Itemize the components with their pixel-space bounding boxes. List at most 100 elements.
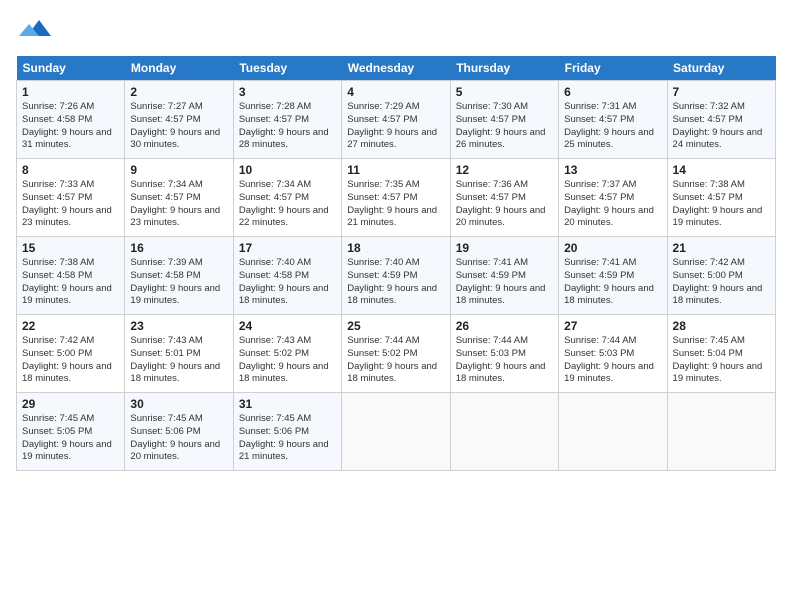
day-number: 16: [130, 241, 227, 255]
day-number: 13: [564, 163, 661, 177]
calendar-cell: 13 Sunrise: 7:37 AMSunset: 4:57 PMDayligh…: [559, 159, 667, 237]
weekday-tuesday: Tuesday: [233, 56, 341, 81]
calendar-week-4: 22 Sunrise: 7:42 AMSunset: 5:00 PMDayligh…: [17, 315, 776, 393]
day-number: 29: [22, 397, 119, 411]
day-info: Sunrise: 7:31 AMSunset: 4:57 PMDaylight:…: [564, 101, 661, 152]
day-info: Sunrise: 7:27 AMSunset: 4:57 PMDaylight:…: [130, 101, 227, 152]
calendar-cell: 26Sunrise: 7:44 AMSunset: 5:03 PMDayligh…: [450, 315, 558, 393]
day-number: 31: [239, 397, 336, 411]
logo-text: [16, 16, 51, 44]
calendar-cell: 20Sunrise: 7:41 AMSunset: 4:59 PMDayligh…: [559, 237, 667, 315]
day-number: 21: [673, 241, 770, 255]
calendar-cell: 19Sunrise: 7:41 AMSunset: 4:59 PMDayligh…: [450, 237, 558, 315]
day-info: Sunrise: 7:40 AMSunset: 4:58 PMDaylight:…: [239, 257, 336, 308]
calendar-cell: 1 Sunrise: 7:26 AMSunset: 4:58 PMDaylight…: [17, 81, 125, 159]
calendar-cell: 12 Sunrise: 7:36 AMSunset: 4:57 PMDayligh…: [450, 159, 558, 237]
day-number: 7: [673, 85, 770, 99]
day-info: Sunrise: 7:40 AMSunset: 4:59 PMDaylight:…: [347, 257, 444, 308]
day-info: Sunrise: 7:34 AMSunset: 4:57 PMDaylight:…: [239, 179, 336, 230]
day-number: 19: [456, 241, 553, 255]
calendar-cell: 21 Sunrise: 7:42 AMSunset: 5:00 PMDayligh…: [667, 237, 775, 315]
calendar-cell: 23Sunrise: 7:43 AMSunset: 5:01 PMDayligh…: [125, 315, 233, 393]
logo: [16, 16, 51, 44]
day-info: Sunrise: 7:29 AMSunset: 4:57 PMDaylight:…: [347, 101, 444, 152]
calendar-cell: 6Sunrise: 7:31 AMSunset: 4:57 PMDaylight…: [559, 81, 667, 159]
calendar-cell: 29 Sunrise: 7:45 AMSunset: 5:05 PMDayligh…: [17, 393, 125, 471]
calendar-week-1: 1 Sunrise: 7:26 AMSunset: 4:58 PMDaylight…: [17, 81, 776, 159]
day-info: Sunrise: 7:38 AMSunset: 4:57 PMDaylight:…: [673, 179, 770, 230]
day-number: 10: [239, 163, 336, 177]
day-number: 2: [130, 85, 227, 99]
logo-icon: [19, 12, 51, 44]
weekday-monday: Monday: [125, 56, 233, 81]
day-number: 18: [347, 241, 444, 255]
calendar-cell: 28 Sunrise: 7:45 AMSunset: 5:04 PMDayligh…: [667, 315, 775, 393]
day-info: Sunrise: 7:35 AMSunset: 4:57 PMDaylight:…: [347, 179, 444, 230]
calendar-week-5: 29 Sunrise: 7:45 AMSunset: 5:05 PMDayligh…: [17, 393, 776, 471]
day-number: 22: [22, 319, 119, 333]
calendar-table: SundayMondayTuesdayWednesdayThursdayFrid…: [16, 56, 776, 471]
day-info: Sunrise: 7:28 AMSunset: 4:57 PMDaylight:…: [239, 101, 336, 152]
calendar-cell: 2 Sunrise: 7:27 AMSunset: 4:57 PMDaylight…: [125, 81, 233, 159]
day-info: Sunrise: 7:39 AMSunset: 4:58 PMDaylight:…: [130, 257, 227, 308]
calendar-week-3: 15 Sunrise: 7:38 AMSunset: 4:58 PMDayligh…: [17, 237, 776, 315]
calendar-cell: 30Sunrise: 7:45 AMSunset: 5:06 PMDayligh…: [125, 393, 233, 471]
day-number: 4: [347, 85, 444, 99]
day-info: Sunrise: 7:45 AMSunset: 5:06 PMDaylight:…: [130, 413, 227, 464]
calendar-cell: 10 Sunrise: 7:34 AMSunset: 4:57 PMDayligh…: [233, 159, 341, 237]
calendar-cell: 18 Sunrise: 7:40 AMSunset: 4:59 PMDayligh…: [342, 237, 450, 315]
weekday-saturday: Saturday: [667, 56, 775, 81]
calendar-cell: 16 Sunrise: 7:39 AMSunset: 4:58 PMDayligh…: [125, 237, 233, 315]
day-info: Sunrise: 7:45 AMSunset: 5:04 PMDaylight:…: [673, 335, 770, 386]
calendar-cell: [667, 393, 775, 471]
day-number: 9: [130, 163, 227, 177]
day-info: Sunrise: 7:42 AMSunset: 5:00 PMDaylight:…: [673, 257, 770, 308]
day-info: Sunrise: 7:41 AMSunset: 4:59 PMDaylight:…: [564, 257, 661, 308]
day-info: Sunrise: 7:37 AMSunset: 4:57 PMDaylight:…: [564, 179, 661, 230]
day-info: Sunrise: 7:44 AMSunset: 5:02 PMDaylight:…: [347, 335, 444, 386]
calendar-cell: 24 Sunrise: 7:43 AMSunset: 5:02 PMDayligh…: [233, 315, 341, 393]
calendar-cell: 22 Sunrise: 7:42 AMSunset: 5:00 PMDayligh…: [17, 315, 125, 393]
day-info: Sunrise: 7:43 AMSunset: 5:02 PMDaylight:…: [239, 335, 336, 386]
day-number: 25: [347, 319, 444, 333]
calendar-cell: 7 Sunrise: 7:32 AMSunset: 4:57 PMDaylight…: [667, 81, 775, 159]
calendar-cell: [450, 393, 558, 471]
day-number: 28: [673, 319, 770, 333]
day-number: 27: [564, 319, 661, 333]
weekday-header-row: SundayMondayTuesdayWednesdayThursdayFrid…: [17, 56, 776, 81]
day-info: Sunrise: 7:43 AMSunset: 5:01 PMDaylight:…: [130, 335, 227, 386]
day-number: 11: [347, 163, 444, 177]
day-number: 14: [673, 163, 770, 177]
calendar-cell: 15 Sunrise: 7:38 AMSunset: 4:58 PMDayligh…: [17, 237, 125, 315]
day-number: 26: [456, 319, 553, 333]
day-number: 17: [239, 241, 336, 255]
calendar-cell: 17 Sunrise: 7:40 AMSunset: 4:58 PMDayligh…: [233, 237, 341, 315]
day-number: 3: [239, 85, 336, 99]
day-info: Sunrise: 7:32 AMSunset: 4:57 PMDaylight:…: [673, 101, 770, 152]
calendar-cell: 9Sunrise: 7:34 AMSunset: 4:57 PMDaylight…: [125, 159, 233, 237]
day-info: Sunrise: 7:45 AMSunset: 5:06 PMDaylight:…: [239, 413, 336, 464]
day-number: 24: [239, 319, 336, 333]
day-number: 5: [456, 85, 553, 99]
day-info: Sunrise: 7:38 AMSunset: 4:58 PMDaylight:…: [22, 257, 119, 308]
calendar-cell: 27 Sunrise: 7:44 AMSunset: 5:03 PMDayligh…: [559, 315, 667, 393]
calendar-cell: 8Sunrise: 7:33 AMSunset: 4:57 PMDaylight…: [17, 159, 125, 237]
day-info: Sunrise: 7:36 AMSunset: 4:57 PMDaylight:…: [456, 179, 553, 230]
weekday-friday: Friday: [559, 56, 667, 81]
day-info: Sunrise: 7:33 AMSunset: 4:57 PMDaylight:…: [22, 179, 119, 230]
day-info: Sunrise: 7:45 AMSunset: 5:05 PMDaylight:…: [22, 413, 119, 464]
calendar-cell: 4 Sunrise: 7:29 AMSunset: 4:57 PMDaylight…: [342, 81, 450, 159]
day-number: 12: [456, 163, 553, 177]
weekday-wednesday: Wednesday: [342, 56, 450, 81]
calendar-cell: 5Sunrise: 7:30 AMSunset: 4:57 PMDaylight…: [450, 81, 558, 159]
calendar-header: SundayMondayTuesdayWednesdayThursdayFrid…: [17, 56, 776, 81]
calendar-body: 1 Sunrise: 7:26 AMSunset: 4:58 PMDaylight…: [17, 81, 776, 471]
day-number: 1: [22, 85, 119, 99]
weekday-sunday: Sunday: [17, 56, 125, 81]
header: [16, 16, 776, 44]
day-number: 15: [22, 241, 119, 255]
day-info: Sunrise: 7:44 AMSunset: 5:03 PMDaylight:…: [564, 335, 661, 386]
day-info: Sunrise: 7:42 AMSunset: 5:00 PMDaylight:…: [22, 335, 119, 386]
day-info: Sunrise: 7:26 AMSunset: 4:58 PMDaylight:…: [22, 101, 119, 152]
page-container: SundayMondayTuesdayWednesdayThursdayFrid…: [0, 0, 792, 481]
